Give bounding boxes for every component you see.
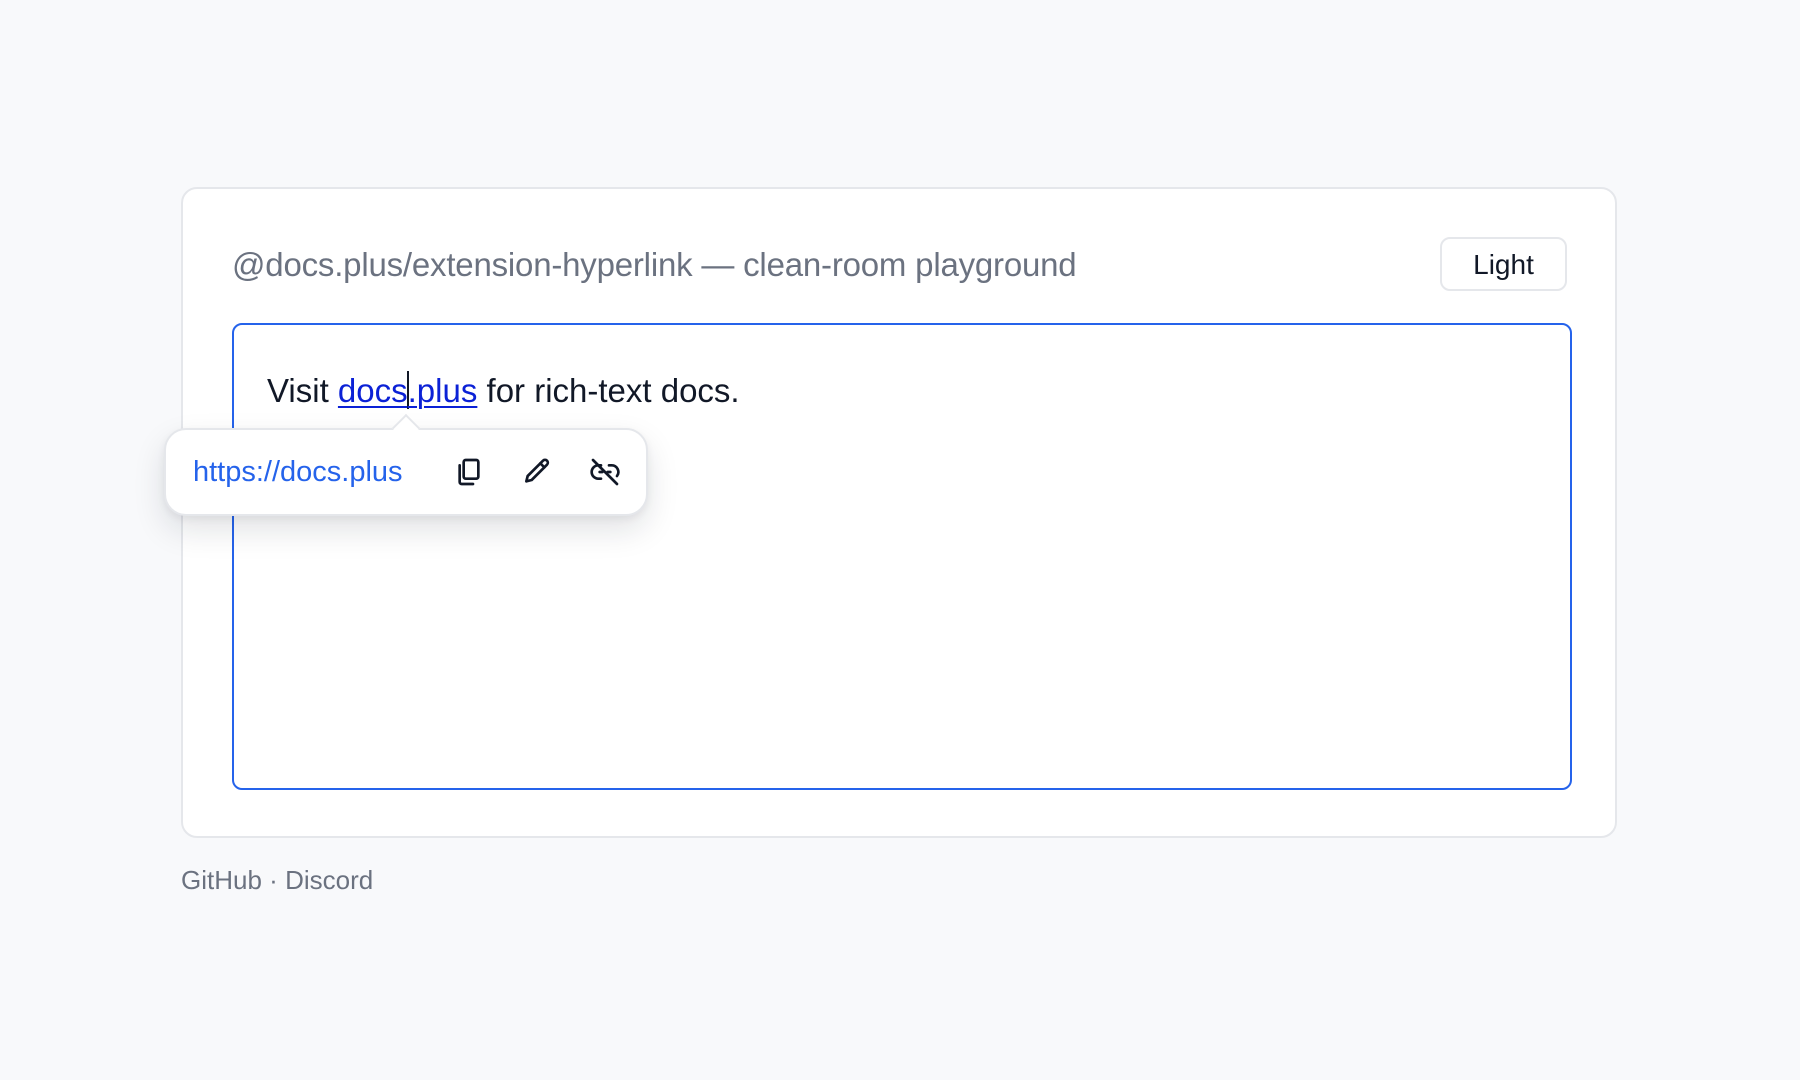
hyperlink-text-part1: docs	[337, 372, 408, 409]
link-preview-popover: https://docs.plus	[164, 413, 648, 516]
editor-paragraph[interactable]: Visit docs.plus for rich-text docs.	[267, 371, 740, 411]
discord-link[interactable]: Discord	[285, 865, 373, 895]
page-title: @docs.plus/extension-hyperlink — clean-r…	[232, 246, 1077, 283]
rich-text-editor[interactable]: Visit docs.plus for rich-text docs.	[232, 323, 1572, 790]
paragraph-text-before: Visit	[267, 372, 338, 409]
footer-separator: ·	[269, 865, 278, 895]
remove-link-button[interactable]	[581, 448, 629, 496]
popover-url-link[interactable]: https://docs.plus	[193, 453, 403, 491]
github-link[interactable]: GitHub	[181, 865, 262, 895]
edit-link-button[interactable]	[513, 448, 561, 496]
pencil-icon	[525, 458, 550, 483]
footer: GitHub · Discord	[181, 862, 373, 898]
unlink-icon	[590, 458, 620, 486]
hyperlink[interactable]: docs.plus	[337, 371, 478, 409]
hyperlink-text-part2: .plus	[407, 372, 478, 409]
copy-link-button[interactable]	[445, 448, 493, 496]
paragraph-text-after: for rich-text docs.	[477, 372, 740, 409]
copy-icon	[458, 458, 480, 486]
theme-toggle-button[interactable]: Light	[1440, 237, 1567, 291]
